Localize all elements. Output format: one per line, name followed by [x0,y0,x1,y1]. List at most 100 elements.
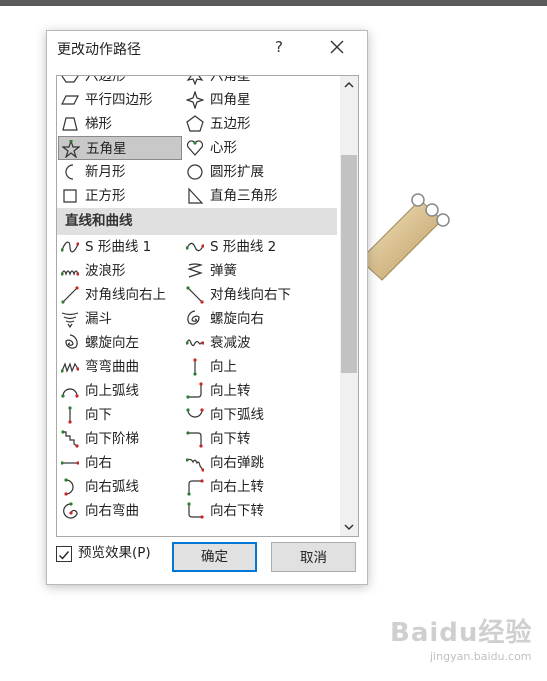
spiral-left-icon [65,334,78,349]
funnel-icon [61,312,79,328]
motion-path-label: 波浪形 [85,263,126,279]
motion-path-item[interactable]: 衰减波 [183,331,307,355]
motion-path-item[interactable]: 向上 [183,355,307,379]
six-point-star-icon [186,76,204,85]
motion-path-label: 五边形 [210,116,251,132]
help-button[interactable]: ? [269,36,289,58]
list-row: 波浪形 弹簧 [57,259,339,283]
motion-path-item[interactable]: 对角线向右上 [58,283,182,307]
zigzag-icon [61,362,79,373]
motion-path-label: 衰减波 [210,335,251,351]
motion-path-label: 向下转 [210,431,251,447]
motion-path-item[interactable]: 漏斗 [58,307,182,331]
motion-path-item[interactable]: 对角线向右下 [183,283,307,307]
motion-path-label: 对角线向右上 [85,287,166,303]
ok-button[interactable]: 确定 [172,542,257,572]
dialog-title: 更改动作路径 [57,42,141,58]
five-point-star-icon [62,140,80,158]
motion-path-item[interactable]: 六边形 [58,76,182,88]
motion-path-item[interactable]: 向右弧线 [58,475,182,499]
turn-down-right-icon [187,502,204,519]
motion-path-item[interactable]: 向下 [58,403,182,427]
motion-path-item[interactable]: 五角星 [58,136,182,160]
close-button[interactable] [325,35,349,59]
motion-path-label: 螺旋向右 [210,311,264,327]
motion-path-item[interactable]: 直角三角形 [183,184,307,208]
scroll-down-button[interactable] [340,518,358,536]
scrollbar-thumb[interactable] [341,155,357,373]
cancel-button[interactable]: 取消 [271,542,356,572]
motion-path-label: 向右 [85,455,112,471]
motion-path-item[interactable]: 圆形扩展 [183,160,307,184]
motion-path-label: 梯形 [85,116,112,132]
parallelogram-icon [61,95,79,105]
list-row: S 形曲线 1 S 形曲线 2 [57,235,339,259]
motion-path-item[interactable]: 六角星 [183,75,307,88]
motion-path-label: 向右上转 [210,479,264,495]
list-row: 新月形 圆形扩展 [57,160,339,184]
scroll-up-button[interactable] [340,76,358,94]
right-triangle-icon [188,187,204,204]
trapezoid-icon [62,117,78,131]
motion-path-item[interactable]: 向下弧线 [183,403,307,427]
motion-path-label: 向右下转 [210,503,264,519]
diagonal-up-right-icon [61,286,79,304]
section-header-label: 直线和曲线 [65,213,133,229]
list-row: 漏斗 螺旋向右 [57,307,339,331]
list-row: 向上弧线 向上转 [57,379,339,403]
motion-path-item[interactable]: 螺旋向右 [183,307,307,331]
motion-path-item[interactable]: 弹簧 [183,259,307,283]
motion-path-label: 正方形 [85,188,126,204]
shape-handle[interactable] [425,203,439,217]
list-row: 向右弧线 向右上转 [57,475,339,499]
motion-path-item[interactable]: 向下转 [183,427,307,451]
line-up-icon [193,358,197,376]
motion-path-item[interactable]: 向右弯曲 [58,499,182,523]
motion-path-item[interactable]: 螺旋向左 [58,331,182,355]
motion-path-item[interactable]: 新月形 [58,160,182,184]
motion-path-item[interactable]: 弯弯曲曲 [58,355,182,379]
watermark-logo: Baidu经验 [390,618,533,648]
motion-path-label: 向上弧线 [85,383,139,399]
vertical-scrollbar[interactable] [340,76,358,536]
motion-path-label: 弹簧 [210,263,237,279]
checkmark-icon [59,551,70,560]
motion-path-item[interactable]: 波浪形 [58,259,182,283]
shape-handle[interactable] [411,193,425,207]
motion-path-item[interactable]: 四角星 [183,88,307,112]
motion-path-list[interactable]: 六边形 六角星平行四边形 四角星梯形 五边形五角星 心形 新月形 圆形扩展正方形 直角三角形直… [56,75,359,537]
four-point-star-icon [186,91,204,109]
list-row: 弯弯曲曲 向上 [57,355,339,379]
motion-path-label: 向下阶梯 [85,431,139,447]
arc-down-icon [186,408,204,418]
motion-path-label: 向上 [210,359,237,375]
motion-path-label: 圆形扩展 [210,164,264,180]
preview-checkbox[interactable] [56,546,72,562]
chevron-down-icon [344,524,354,531]
motion-path-item[interactable]: 向右 [58,451,182,475]
motion-path-item[interactable]: 向上弧线 [58,379,182,403]
motion-path-item[interactable]: 向右弹跳 [183,451,307,475]
motion-path-label: S 形曲线 1 [85,239,152,255]
motion-path-item[interactable]: 平行四边形 [58,88,182,112]
motion-path-label: 弯弯曲曲 [85,359,139,375]
motion-path-item[interactable]: 梯形 [58,112,182,136]
motion-path-item[interactable]: 向右上转 [183,475,307,499]
motion-path-label: 五角星 [86,141,127,157]
motion-path-item[interactable]: 向下阶梯 [58,427,182,451]
motion-path-item[interactable]: 向右下转 [183,499,307,523]
shape-handle[interactable] [436,213,450,227]
heart-icon [186,140,204,156]
motion-path-item[interactable]: 正方形 [58,184,182,208]
motion-path-item[interactable]: S 形曲线 1 [58,235,182,259]
list-row: 螺旋向左 衰减波 [57,331,339,355]
section-header: 直线和曲线 [57,208,337,235]
motion-path-item[interactable]: 五边形 [183,112,307,136]
motion-path-item[interactable]: 向上转 [183,379,307,403]
motion-path-label: 向右弹跳 [210,455,264,471]
motion-path-label: 六角星 [210,75,251,84]
motion-path-label: 向右弧线 [85,479,139,495]
spring-icon [187,263,203,278]
motion-path-item[interactable]: S 形曲线 2 [183,235,307,259]
motion-path-item[interactable]: 心形 [183,136,307,160]
